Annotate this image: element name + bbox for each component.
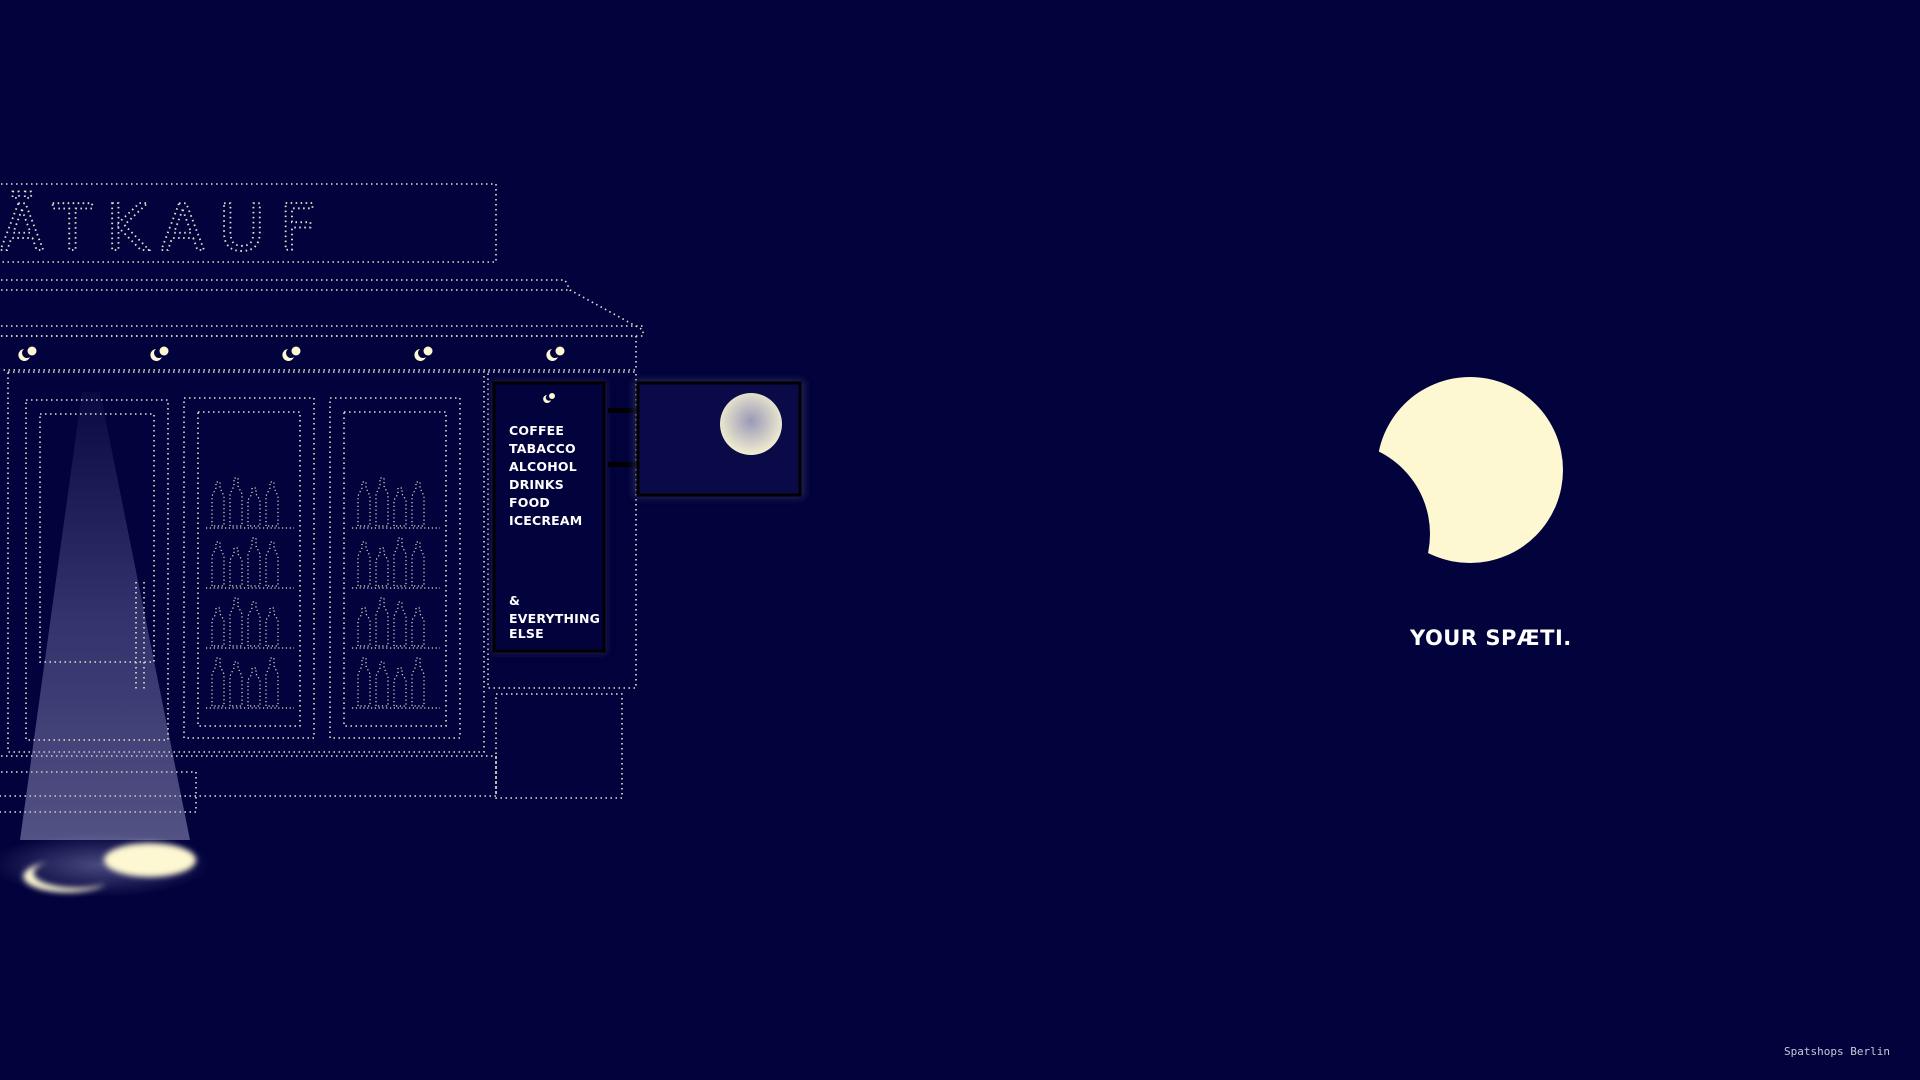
store-name: ÄTKAUF: [0, 191, 330, 266]
bottle-icon: [206, 477, 294, 709]
lamp-icon: [414, 346, 433, 361]
sign-footer-else: ELSE: [509, 626, 544, 641]
sign-item-alcohol: ALCOHOL: [509, 459, 577, 474]
fridge-right: [329, 397, 461, 739]
lamp-icon: [282, 346, 301, 361]
lamp-icon: [18, 346, 37, 361]
fridge-left: [183, 397, 315, 739]
sign-item-tabacco: TABACCO: [509, 441, 576, 456]
sign-item-icecream: ICECREAM: [509, 513, 582, 528]
sign-footer-everything: EVERYTHING: [509, 611, 600, 626]
lamp-icon: [150, 346, 169, 361]
sign-item-coffee: COFFEE: [509, 423, 564, 438]
sign-item-food: FOOD: [509, 495, 550, 510]
product-sign: COFFEE TABACCO ALCOHOL DRINKS FOOD ICECR…: [491, 380, 607, 654]
sign-footer-ampersand: &: [509, 593, 520, 608]
brand-logo: [1202, 377, 1563, 648]
hanging-moon-sign: [608, 380, 804, 498]
bottle-icon: [352, 477, 440, 709]
store-name-board: ÄTKAUF: [0, 183, 497, 267]
brand-tagline: YOUR SPÆTI.: [1409, 626, 1572, 650]
lamp-row: [0, 335, 637, 371]
full-moon-icon: [104, 843, 196, 877]
full-moon-icon: [720, 393, 782, 455]
awning: [0, 279, 644, 337]
footer-credit: Spatshops Berlin: [1784, 1045, 1890, 1058]
scene: ÄTKAUF COFFEE TABACCO ALCOHOL DRINKS FOO…: [0, 183, 1572, 897]
light-beam: [20, 392, 190, 840]
lamp-icon: [546, 346, 565, 361]
sign-item-drinks: DRINKS: [509, 477, 564, 492]
